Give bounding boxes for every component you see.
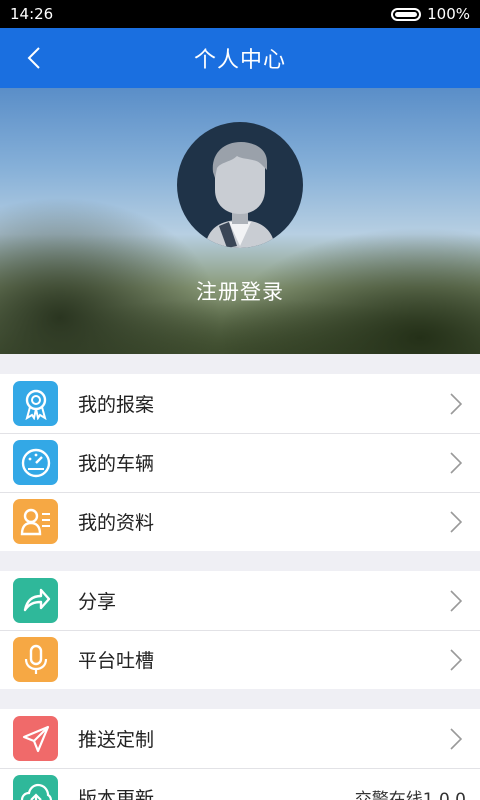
page-title: 个人中心: [193, 48, 286, 73]
send-icon: [13, 716, 58, 761]
menu-group-2: 分享 平台吐槽: [0, 571, 480, 689]
menu-item-label: 分享: [78, 591, 117, 613]
menu-item-label: 我的报案: [78, 394, 155, 416]
back-button[interactable]: [14, 28, 54, 88]
battery-icon: [391, 7, 422, 21]
battery-level: 100%: [427, 5, 470, 23]
menu-group-3: 推送定制 版本更新 交警在线1.0.0: [0, 709, 480, 800]
status-right: 100%: [391, 5, 470, 23]
menu-item-label: 我的资料: [78, 512, 155, 534]
nav-bar: 个人中心: [0, 28, 480, 88]
menu-item-push-settings[interactable]: 推送定制: [0, 709, 480, 768]
ribbon-icon: [13, 381, 58, 426]
profile-icon: [13, 499, 58, 544]
menu-item-my-reports[interactable]: 我的报案: [0, 374, 480, 433]
menu-item-feedback[interactable]: 平台吐槽: [0, 630, 480, 689]
menu-item-version-update[interactable]: 版本更新 交警在线1.0.0: [0, 768, 480, 800]
chevron-right-icon: [446, 724, 466, 754]
login-register-link[interactable]: 注册登录: [196, 276, 284, 306]
version-value: 交警在线1.0.0: [354, 790, 466, 800]
menu-item-label: 我的车辆: [78, 453, 155, 475]
microphone-icon: [13, 637, 58, 682]
chevron-right-icon: [446, 389, 466, 419]
share-icon: [13, 578, 58, 623]
chevron-right-icon: [446, 507, 466, 537]
menu-item-label: 推送定制: [78, 729, 155, 751]
chevron-right-icon: [446, 586, 466, 616]
menu-item-my-profile[interactable]: 我的资料: [0, 492, 480, 551]
upload-icon: [13, 775, 58, 800]
profile-header: 注册登录: [0, 88, 480, 354]
menu-item-label: 版本更新: [78, 788, 155, 800]
menu-item-share[interactable]: 分享: [0, 571, 480, 630]
menu-group-1: 我的报案 我的车辆 我的资料: [0, 374, 480, 551]
status-bar: 14:26 100%: [0, 0, 480, 28]
chevron-left-icon: [27, 47, 40, 69]
chevron-right-icon: [446, 448, 466, 478]
menu-item-label: 平台吐槽: [78, 650, 155, 672]
chevron-right-icon: [446, 645, 466, 675]
menu-item-my-vehicles[interactable]: 我的车辆: [0, 433, 480, 492]
user-avatar-icon: [205, 142, 275, 248]
gauge-icon: [13, 440, 58, 485]
avatar[interactable]: [177, 122, 303, 248]
status-time: 14:26: [10, 5, 54, 23]
